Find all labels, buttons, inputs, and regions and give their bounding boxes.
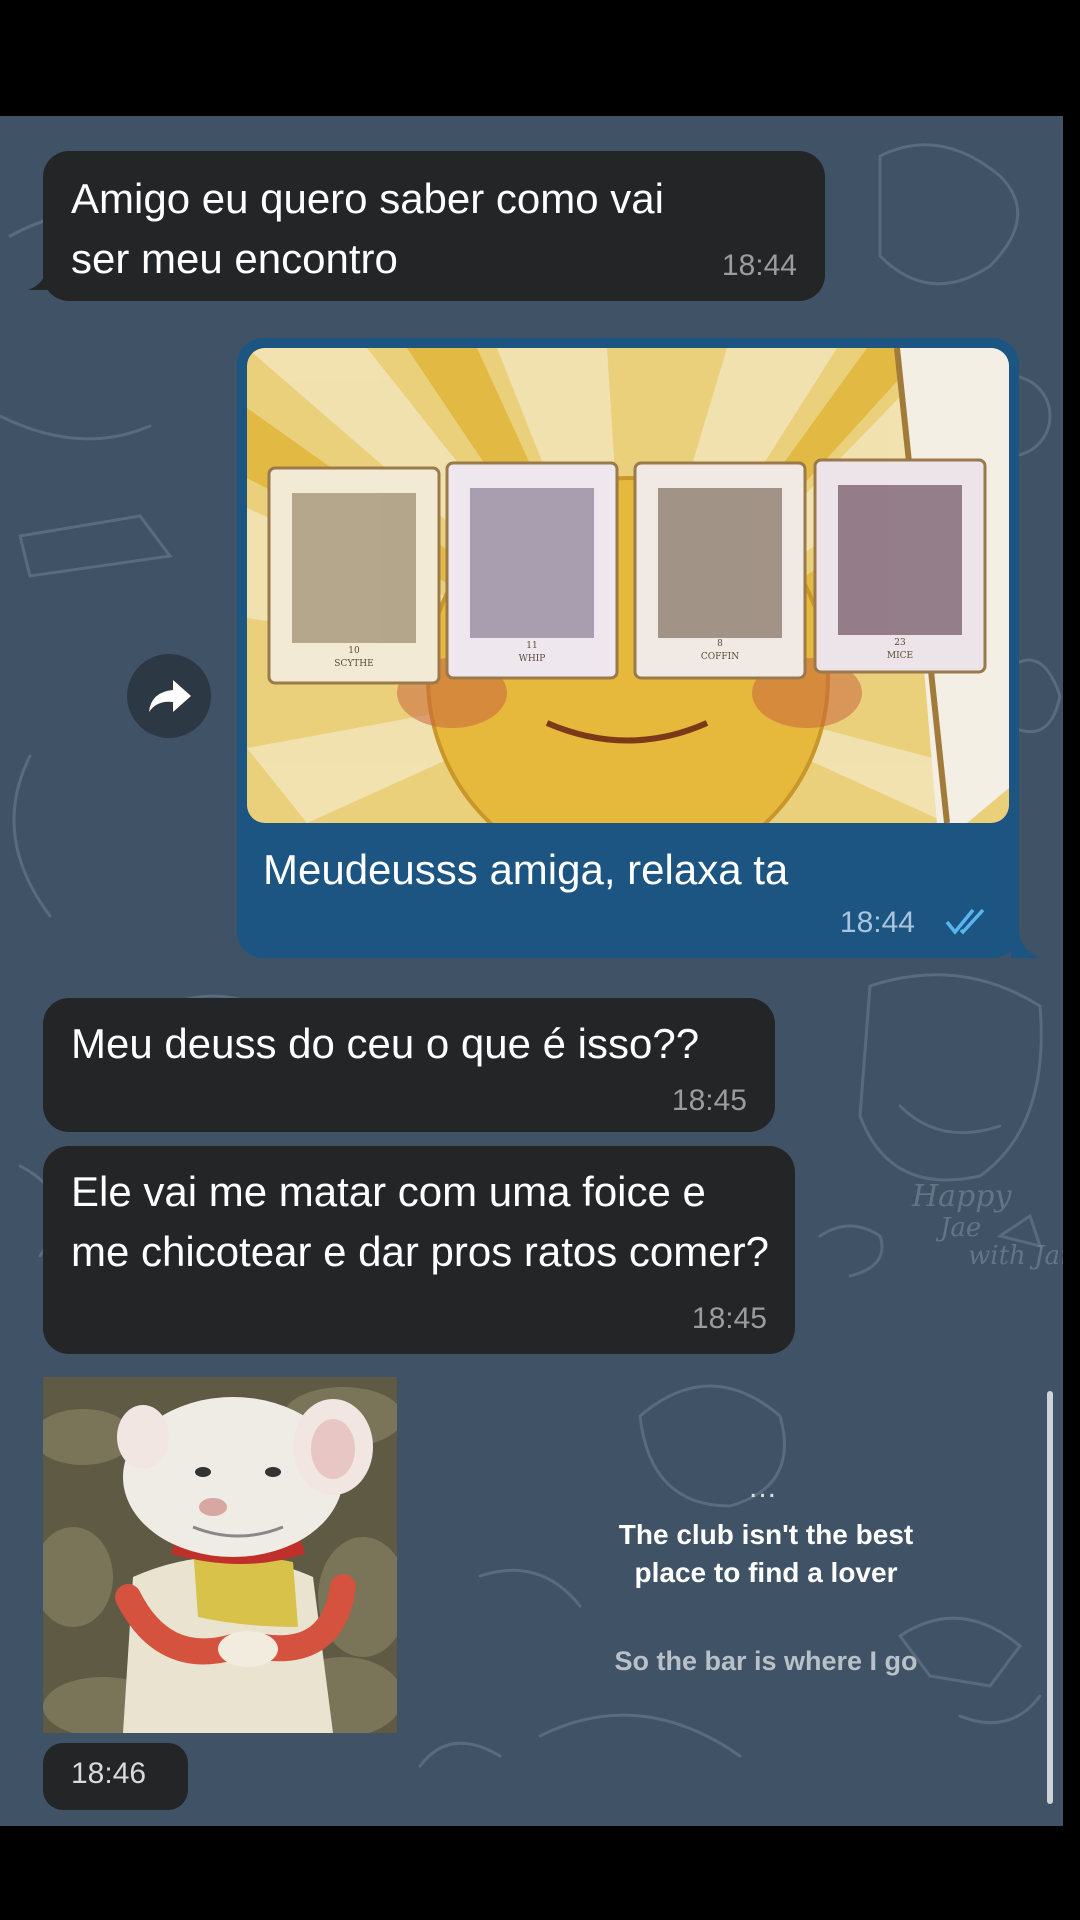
forward-arrow-icon — [149, 680, 191, 712]
message-bubble-outgoing[interactable]: 10 SCYTHE 11 WHIP 8 COFFIN 23 MICE Meude… — [237, 338, 1019, 958]
mouse-sticker-image[interactable] — [43, 1377, 397, 1733]
doodle-text-1: Happy — [911, 1179, 1012, 1214]
card-number: 10 — [348, 646, 360, 656]
story-sub-text: So the bar is where I go — [614, 1646, 918, 1676]
message-time: 18:44 — [721, 249, 797, 282]
message-time: 18:44 — [839, 906, 915, 939]
bubble-tail — [1011, 934, 1041, 958]
card-label: WHIP — [519, 654, 546, 664]
screen-edge — [1063, 116, 1080, 1826]
bottom-bar-area — [0, 1826, 1080, 1920]
card-label: SCYTHE — [334, 659, 373, 669]
doodle-text-3: with Jar — [968, 1241, 1063, 1271]
message-time: 18:45 — [671, 1084, 747, 1117]
card-number: 11 — [526, 641, 537, 651]
tarot-cards-photo[interactable]: 10 SCYTHE 11 WHIP 8 COFFIN 23 MICE — [247, 348, 1009, 823]
card-number: 23 — [894, 638, 906, 648]
message-text: Amigo eu quero saber como vai ser meu en… — [71, 175, 664, 282]
card-number: 8 — [717, 639, 723, 649]
message-bubble-incoming[interactable]: Ele vai me matar com uma foice e me chic… — [43, 1146, 795, 1354]
scrollbar[interactable] — [1047, 1391, 1053, 1804]
chat-background[interactable]: Happy Jae with Jar Amigo eu quero saber … — [0, 116, 1063, 1826]
message-time: 18:46 — [71, 1757, 147, 1790]
message-bubble-incoming[interactable]: Meu deuss do ceu o que é isso?? 18:45 — [43, 998, 775, 1132]
story-dots: ... — [748, 1471, 777, 1504]
message-text: Meu deuss do ceu o que é isso?? — [71, 1020, 700, 1067]
story-main-text: The club isn't the best place to find a … — [618, 1519, 914, 1588]
status-bar-area — [0, 0, 1080, 116]
card-label: COFFIN — [701, 652, 739, 662]
message-time: 18:45 — [691, 1302, 767, 1335]
double-check-icon — [945, 908, 985, 935]
card-label: MICE — [887, 651, 913, 661]
doodle-text-2: Jae — [935, 1213, 981, 1243]
message-bubble-incoming[interactable]: Amigo eu quero saber como vai ser meu en… — [43, 151, 825, 301]
message-text: Meudeusss amiga, relaxa ta — [263, 846, 789, 893]
message-text: Ele vai me matar com uma foice e me chic… — [71, 1168, 769, 1275]
forward-button[interactable] — [127, 654, 211, 738]
sticker-time-badge: 18:46 — [43, 1743, 188, 1810]
